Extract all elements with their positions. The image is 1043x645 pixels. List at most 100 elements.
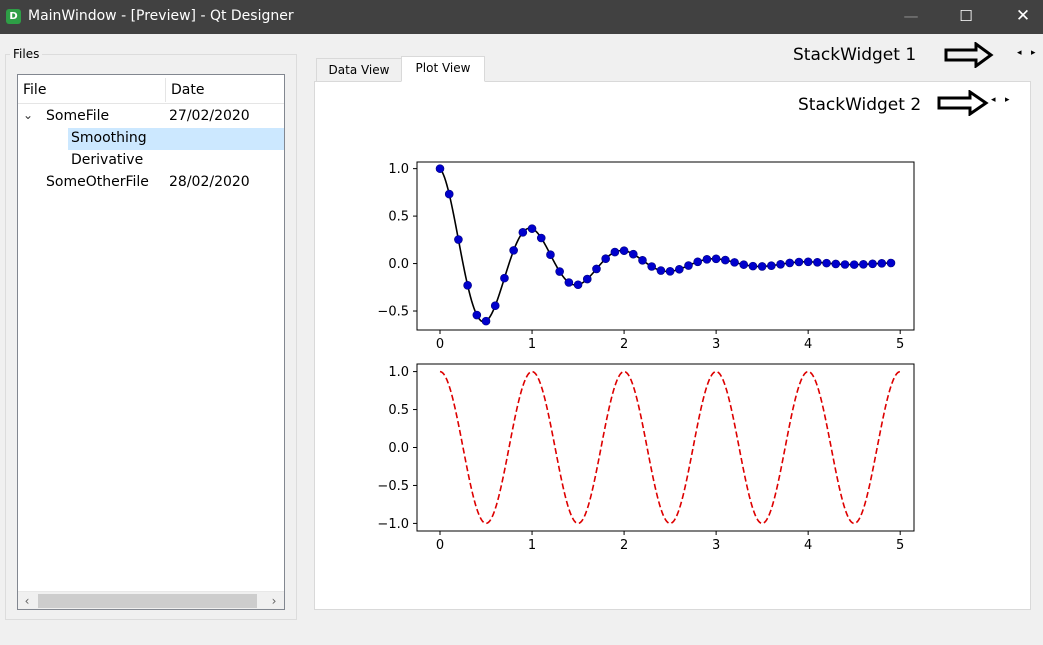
data-point: [785, 258, 795, 268]
data-point: [849, 260, 859, 269]
scrollbar-thumb[interactable]: [38, 594, 257, 608]
tree-header: File Date: [18, 75, 284, 104]
stack1-prev-icon[interactable]: ◂: [1017, 48, 1022, 58]
data-point: [877, 259, 887, 268]
data-point: [509, 246, 518, 255]
column-header-date[interactable]: Date: [171, 82, 204, 98]
tab-plot-view[interactable]: Plot View: [401, 56, 485, 82]
x-tick-label: 1: [528, 337, 536, 352]
tree-item-name: Smoothing: [71, 130, 147, 146]
maximize-button[interactable]: ☐: [943, 0, 989, 34]
stackwidget2-label: StackWidget 2: [798, 95, 922, 115]
data-point: [518, 228, 528, 237]
data-point: [767, 261, 776, 270]
window-title: MainWindow - [Preview] - Qt Designer: [28, 8, 294, 24]
data-point: [656, 266, 666, 275]
data-point: [702, 255, 712, 264]
tree-row-derivative[interactable]: Derivative: [18, 150, 284, 172]
x-tick-label: 1: [528, 538, 536, 553]
data-point: [481, 316, 491, 326]
y-tick-label: −0.5: [377, 305, 409, 320]
scroll-left-icon[interactable]: ‹: [18, 592, 36, 610]
data-point: [573, 280, 583, 290]
data-point: [454, 235, 463, 244]
data-point: [757, 262, 767, 271]
stack2-next-icon[interactable]: ▸: [1005, 95, 1010, 105]
data-point: [739, 260, 749, 269]
axes-frame: [416, 363, 915, 532]
data-point: [886, 258, 896, 268]
stack1-next-icon[interactable]: ▸: [1031, 48, 1036, 58]
x-tick-label: 2: [620, 538, 628, 553]
data-point: [555, 267, 564, 276]
data-point: [748, 261, 758, 271]
data-point: [472, 310, 482, 320]
horizontal-scrollbar[interactable]: ‹ ›: [18, 591, 284, 609]
data-point: [776, 259, 785, 269]
data-point: [840, 260, 850, 269]
tree-item-date: 27/02/2020: [169, 108, 250, 124]
y-tick-label: −0.5: [377, 479, 409, 494]
tree-row-somefile[interactable]: ⌄ SomeFile 27/02/2020: [18, 106, 284, 128]
scroll-right-icon[interactable]: ›: [265, 592, 283, 610]
x-tick-label: 3: [712, 337, 720, 352]
data-point: [730, 258, 739, 267]
x-tick-label: 4: [804, 337, 812, 352]
data-point: [859, 260, 868, 269]
y-tick-label: 1.0: [388, 365, 409, 380]
y-tick-label: 0.0: [388, 441, 409, 456]
data-point: [435, 164, 445, 173]
matplotlib-canvas: 0 1 2 3 4 5 1.0 0.5 0.0 −0.5 0 1 2 3 4 5 1.0 0.5 0.0 −0.5 −1…: [377, 161, 915, 553]
x-tick-label: 4: [804, 538, 812, 553]
tab-data-view[interactable]: Data View: [316, 58, 402, 82]
y-tick-label: 0.5: [388, 210, 409, 225]
data-point: [822, 258, 831, 268]
tree-row-smoothing[interactable]: Smoothing: [18, 128, 284, 150]
data-point: [628, 249, 638, 259]
data-point: [675, 264, 684, 274]
chevron-down-icon[interactable]: ⌄: [23, 108, 33, 122]
data-point: [684, 261, 693, 270]
data-point: [711, 254, 721, 264]
close-button[interactable]: ✕: [1000, 0, 1043, 34]
data-point: [638, 256, 647, 265]
y-tick-label: −1.0: [377, 517, 409, 532]
data-point: [647, 262, 656, 271]
data-point: [794, 257, 804, 267]
data-point: [803, 257, 813, 267]
x-tick-label: 0: [436, 538, 444, 553]
stack2-prev-icon[interactable]: ◂: [991, 95, 996, 105]
data-point: [831, 259, 841, 269]
file-tree[interactable]: File Date ⌄ SomeFile 27/02/2020 Smoothin…: [17, 74, 285, 610]
data-point: [582, 274, 592, 284]
data-point: [601, 254, 610, 264]
data-point: [592, 264, 601, 274]
data-point: [490, 301, 500, 311]
y-tick-label: 0.0: [388, 257, 409, 272]
data-point: [546, 250, 555, 260]
qt-designer-icon: D: [6, 9, 21, 24]
data-point: [527, 224, 537, 233]
data-point: [564, 278, 574, 287]
tree-row-someotherfile[interactable]: SomeOtherFile 28/02/2020: [18, 172, 284, 194]
data-point: [444, 189, 454, 199]
data-point: [813, 257, 822, 267]
header-divider: [165, 78, 166, 102]
minimize-button[interactable]: —: [888, 0, 934, 34]
data-point: [665, 267, 675, 276]
x-tick-label: 5: [896, 538, 904, 553]
data-point: [868, 259, 877, 269]
x-tick-label: 3: [712, 538, 720, 553]
tree-item-name: SomeFile: [46, 108, 110, 124]
data-point: [693, 257, 703, 267]
title-bar: D MainWindow - [Preview] - Qt Designer —…: [0, 0, 1043, 34]
x-tick-label: 5: [896, 337, 904, 352]
tree-item-name: SomeOtherFile: [46, 174, 149, 190]
data-point: [500, 273, 509, 283]
data-point: [463, 280, 472, 290]
column-header-file[interactable]: File: [23, 82, 46, 98]
y-tick-label: 0.5: [388, 403, 409, 418]
arrow-right-icon: [944, 42, 994, 68]
data-point: [536, 233, 546, 243]
data-point: [619, 246, 629, 256]
